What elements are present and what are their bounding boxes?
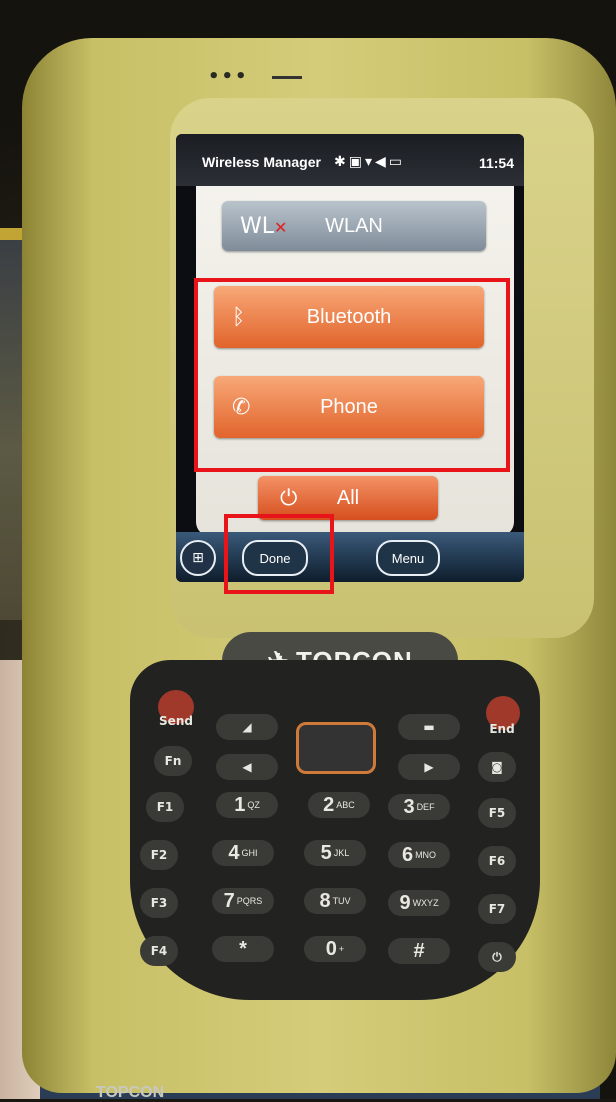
- nav-left-key[interactable]: ◀: [216, 754, 278, 780]
- key-3[interactable]: 3 DEF: [388, 794, 450, 820]
- f6-key[interactable]: F6: [478, 846, 516, 876]
- key-5[interactable]: 5 JKL: [304, 840, 366, 866]
- key-9[interactable]: 9 WXYZ: [388, 890, 450, 916]
- f3-key[interactable]: F3: [140, 888, 178, 918]
- power-icon: ⏻: [492, 949, 502, 964]
- menu-label: Menu: [391, 550, 425, 566]
- all-label: All: [336, 486, 360, 509]
- wlan-button[interactable]: WL✕ WLAN: [222, 201, 486, 251]
- nav-right-key[interactable]: ▶: [398, 754, 460, 780]
- volume-icon: ◀: [375, 154, 389, 170]
- highlight-bluetooth-phone: [194, 278, 510, 472]
- bluetooth-icon: ✱: [334, 154, 349, 170]
- power-icon: ⏻: [280, 485, 298, 511]
- wlan-icon: WL✕: [240, 213, 288, 239]
- signal-icon: ▾: [364, 154, 375, 170]
- status-icons: ✱▣▾◀▭: [334, 154, 405, 170]
- key-7[interactable]: 7 PQRS: [212, 888, 274, 914]
- nav-up-left-key[interactable]: ◢: [216, 714, 278, 740]
- key-star[interactable]: *: [212, 936, 274, 962]
- wlan-label: WLAN: [325, 214, 383, 237]
- send-key-label: Send: [159, 714, 193, 728]
- key-8[interactable]: 8 TUV: [304, 888, 366, 914]
- h-icon: ▣: [348, 154, 365, 170]
- f1-key[interactable]: F1: [146, 792, 184, 822]
- f7-key[interactable]: F7: [478, 894, 516, 924]
- key-0[interactable]: 0 +: [304, 936, 366, 962]
- windows-icon: ⊞: [192, 550, 204, 566]
- key-1[interactable]: 1 QZ: [216, 792, 278, 818]
- speaker-slot: [272, 76, 302, 79]
- key-4[interactable]: 4 GHI: [212, 840, 274, 866]
- f2-key[interactable]: F2: [140, 840, 178, 870]
- bottom-brand-label: TOPCON: [96, 1084, 165, 1101]
- key-2[interactable]: 2 ABC: [308, 792, 370, 818]
- highlight-done: [224, 514, 334, 594]
- status-bar: Wireless Manager ✱▣▾◀▭ 11:54: [176, 134, 524, 186]
- battery-icon: ▭: [388, 154, 406, 170]
- key-hash[interactable]: #: [388, 938, 450, 964]
- nav-center-key[interactable]: [296, 722, 376, 774]
- nav-up-right-key[interactable]: ▬: [398, 714, 460, 740]
- power-key[interactable]: ⏻: [478, 942, 516, 972]
- key-6[interactable]: 6 MNO: [388, 842, 450, 868]
- f4-key[interactable]: F4: [140, 936, 178, 966]
- end-key-label: End: [489, 722, 515, 736]
- clock: 11:54: [478, 155, 514, 171]
- indicator-leds: •••: [208, 66, 249, 87]
- f5-key[interactable]: F5: [478, 798, 516, 828]
- menu-button[interactable]: Menu: [376, 540, 440, 576]
- start-button[interactable]: ⊞: [180, 540, 216, 576]
- camera-key[interactable]: ◙: [478, 752, 516, 782]
- camera-icon: ◙: [491, 760, 503, 774]
- app-title: Wireless Manager: [202, 154, 321, 170]
- fn-key[interactable]: Fn: [154, 746, 192, 776]
